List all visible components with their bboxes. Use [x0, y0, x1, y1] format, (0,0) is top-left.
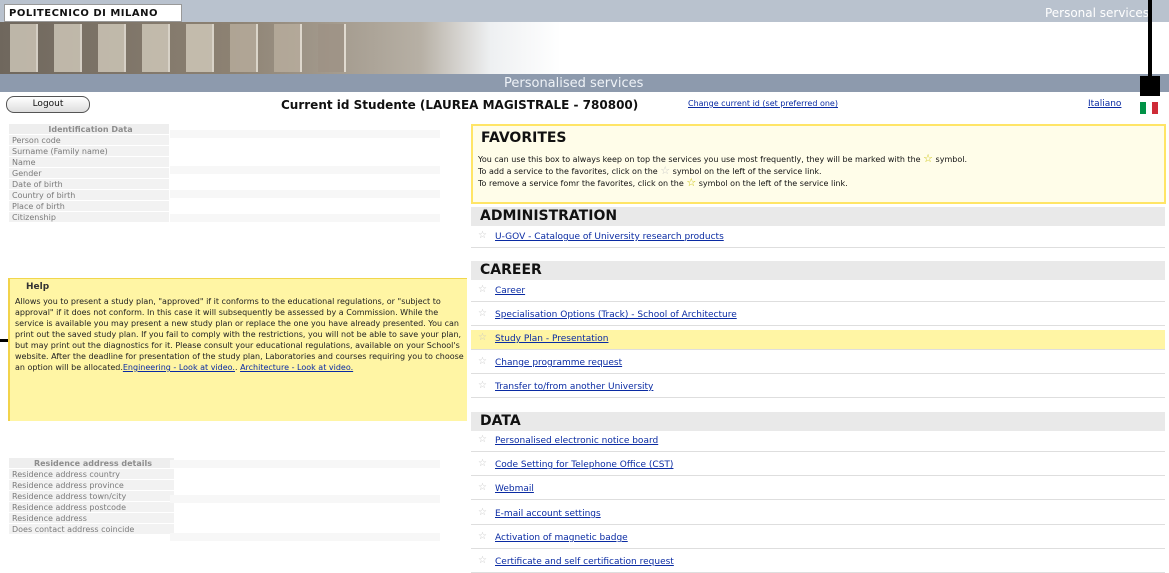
residence-value-strip [170, 460, 440, 468]
service-link[interactable]: Activation of magnetic badge [495, 533, 628, 543]
star-outline-icon[interactable]: ☆ [478, 308, 487, 319]
service-item[interactable]: ☆ Certificate and self certification requ… [471, 553, 1165, 573]
favorites-line-2a: To add a service to the favorites, click… [478, 167, 658, 176]
annotation-square-top [1140, 76, 1160, 96]
architecture-video-link[interactable]: Architecture - Look at video. [240, 363, 353, 372]
service-item[interactable]: ☆ Personalised electronic notice board [471, 432, 1165, 452]
change-current-id-link[interactable]: Change current id (set preferred one) [688, 99, 838, 108]
career-title: CAREER [471, 261, 1165, 280]
service-item[interactable]: ☆ Code Setting for Telephone Office (CST) [471, 456, 1165, 476]
service-link[interactable]: Code Setting for Telephone Office (CST) [495, 460, 673, 470]
service-link[interactable]: U-GOV - Catalogue of University research… [495, 232, 724, 242]
favorites-line-1b: symbol. [935, 155, 967, 164]
service-link[interactable]: E-mail account settings [495, 509, 601, 519]
service-link[interactable]: Change programme request [495, 358, 622, 368]
residence-address-table: Residence address details Residence addr… [9, 458, 174, 535]
identification-row: Country of birth [9, 190, 169, 201]
current-id-label: Current id Studente (LAUREA MAGISTRALE -… [281, 98, 639, 112]
favorites-line-3a: To remove a service fomr the favorites, … [478, 179, 684, 188]
data-title: DATA [471, 412, 1165, 431]
identification-row: Date of birth [9, 179, 169, 190]
identification-row: Surname (Family name) [9, 146, 169, 157]
residence-value-strip [170, 533, 440, 541]
service-item[interactable]: ☆ E-mail account settings [471, 505, 1165, 525]
service-link[interactable]: Webmail [495, 484, 534, 494]
identification-row: Gender [9, 168, 169, 179]
service-link[interactable]: Specialisation Options (Track) - School … [495, 310, 737, 320]
italian-flag-icon[interactable] [1140, 99, 1160, 114]
service-item[interactable]: ☆ Webmail [471, 480, 1165, 500]
favorites-line-2b: symbol on the left of the service link. [672, 167, 822, 176]
identification-row: Name [9, 157, 169, 168]
star-icon: ☆ [923, 152, 933, 165]
star-outline-icon[interactable]: ☆ [478, 380, 487, 391]
star-icon: ☆ [686, 176, 697, 189]
service-item[interactable]: ☆ U-GOV - Catalogue of University researc… [471, 228, 1165, 248]
identification-row: Person code [9, 135, 169, 146]
residence-title: Residence address details [9, 458, 174, 469]
service-item-selected[interactable]: ☆ Study Plan - Presentation [471, 330, 1165, 350]
star-outline-icon[interactable]: ☆ [478, 555, 487, 566]
favorites-line-3b: symbol on the left of the service link. [698, 179, 848, 188]
residence-row: Residence address province [9, 480, 174, 491]
logo-box: POLITECNICO DI MILANO [4, 4, 182, 22]
residence-row: Residence address postcode [9, 502, 174, 513]
star-outline-icon[interactable]: ☆ [478, 356, 487, 367]
star-outline-icon[interactable]: ☆ [478, 458, 487, 469]
service-link[interactable]: Certificate and self certification reque… [495, 557, 674, 567]
identification-value-strip [170, 130, 440, 138]
building-image [0, 24, 470, 72]
annotation-line-top [1148, 0, 1152, 76]
favorites-help-text: You can use this box to always keep on t… [478, 153, 967, 189]
bar-title: Personalised services [504, 76, 644, 91]
identification-value-strip [170, 166, 440, 174]
star-outline-icon[interactable]: ☆ [478, 230, 487, 241]
top-right-title: Personal services [1044, 6, 1149, 20]
personalised-services-bar: Personalised services [0, 74, 1169, 92]
residence-row: Residence address country [9, 469, 174, 480]
identification-data-table: Identification Data Person code Surname … [9, 124, 169, 223]
favorites-line-1a: You can use this box to always keep on t… [478, 155, 921, 164]
identification-row: Citizenship [9, 212, 169, 223]
identification-value-strip [170, 190, 440, 198]
language-link[interactable]: Italiano [1088, 99, 1121, 109]
logo: POLITECNICO DI MILANO [9, 8, 158, 19]
residence-row: Residence address town/city [9, 491, 174, 502]
help-title: Help [26, 282, 50, 292]
favorites-box: FAVORITES You can use this box to always… [471, 124, 1166, 204]
engineering-video-link[interactable]: Engineering - Look at video. [123, 363, 235, 372]
star-outline-icon[interactable]: ☆ [478, 434, 487, 445]
service-item[interactable]: ☆ Career [471, 282, 1165, 302]
help-text: Allows you to present a study plan, "app… [15, 296, 465, 373]
residence-value-strip [170, 495, 440, 503]
logout-button[interactable]: Logout [6, 96, 90, 113]
star-outline-icon[interactable]: ☆ [478, 531, 487, 542]
service-link[interactable]: Personalised electronic notice board [495, 436, 658, 446]
residence-row: Does contact address coincide [9, 524, 174, 535]
residence-row: Residence address [9, 513, 174, 524]
service-link[interactable]: Career [495, 286, 525, 296]
service-item[interactable]: ☆ Transfer to/from another University [471, 378, 1165, 398]
service-link[interactable]: Study Plan - Presentation [495, 334, 608, 344]
service-item[interactable]: ☆ Change programme request [471, 354, 1165, 374]
service-item[interactable]: ☆ Specialisation Options (Track) - School… [471, 306, 1165, 326]
service-item[interactable]: ☆ Activation of magnetic badge [471, 529, 1165, 549]
help-body: Allows you to present a study plan, "app… [15, 297, 464, 372]
star-outline-icon[interactable]: ☆ [478, 284, 487, 295]
identification-row: Place of birth [9, 201, 169, 212]
identification-value-strip [170, 214, 440, 222]
star-outline-icon: ☆ [660, 164, 671, 177]
favorites-title: FAVORITES [481, 130, 567, 146]
star-outline-icon[interactable]: ☆ [478, 332, 487, 343]
star-outline-icon[interactable]: ☆ [478, 482, 487, 493]
star-outline-icon[interactable]: ☆ [478, 507, 487, 518]
identification-title: Identification Data [9, 124, 169, 135]
service-link[interactable]: Transfer to/from another University [495, 382, 653, 392]
administration-title: ADMINISTRATION [471, 207, 1165, 226]
